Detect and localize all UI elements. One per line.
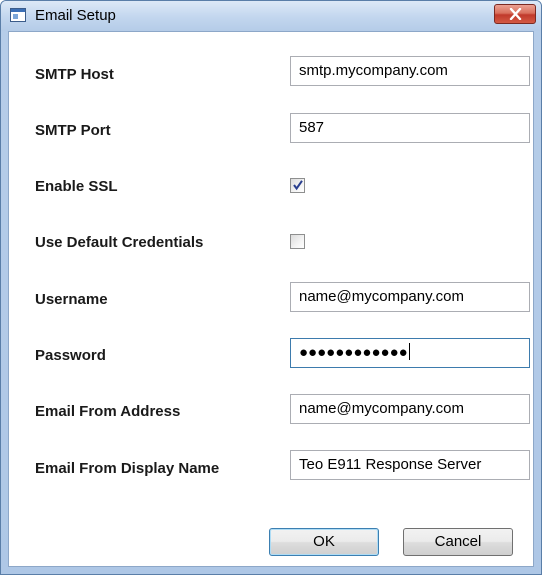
- text-caret: [408, 343, 410, 360]
- title-bar[interactable]: Email Setup: [1, 1, 541, 31]
- ok-button[interactable]: OK: [269, 528, 379, 556]
- smtp-port-label: SMTP Port: [35, 122, 111, 139]
- username-input[interactable]: name@mycompany.com: [290, 282, 530, 312]
- password-input[interactable]: ●●●●●●●●●●●●: [290, 338, 530, 368]
- email-from-address-label: Email From Address: [35, 403, 181, 420]
- password-mask: ●●●●●●●●●●●●: [299, 344, 408, 361]
- smtp-host-label: SMTP Host: [35, 66, 114, 83]
- window-app-icon[interactable]: [10, 8, 26, 22]
- window-title: Email Setup: [35, 7, 116, 24]
- enable-ssl-checkbox[interactable]: [290, 178, 305, 193]
- checkmark-icon: [293, 180, 303, 191]
- email-from-display-name-label: Email From Display Name: [35, 460, 220, 477]
- close-button[interactable]: [494, 4, 536, 24]
- password-label: Password: [35, 347, 106, 364]
- username-label: Username: [35, 291, 108, 308]
- email-from-display-name-input[interactable]: Teo E911 Response Server: [290, 450, 530, 480]
- enable-ssl-label: Enable SSL: [35, 178, 118, 195]
- use-default-credentials-checkbox[interactable]: [290, 234, 305, 249]
- use-default-credentials-label: Use Default Credentials: [35, 234, 204, 251]
- close-icon: [509, 8, 522, 20]
- cancel-button[interactable]: Cancel: [403, 528, 513, 556]
- email-from-address-input[interactable]: name@mycompany.com: [290, 394, 530, 424]
- smtp-port-input[interactable]: 587: [290, 113, 530, 143]
- dialog-body: SMTP Host smtp.mycompany.com SMTP Port 5…: [8, 31, 534, 567]
- email-setup-window: Email Setup SMTP Host smtp.mycompany.com…: [0, 0, 542, 575]
- smtp-host-input[interactable]: smtp.mycompany.com: [290, 56, 530, 86]
